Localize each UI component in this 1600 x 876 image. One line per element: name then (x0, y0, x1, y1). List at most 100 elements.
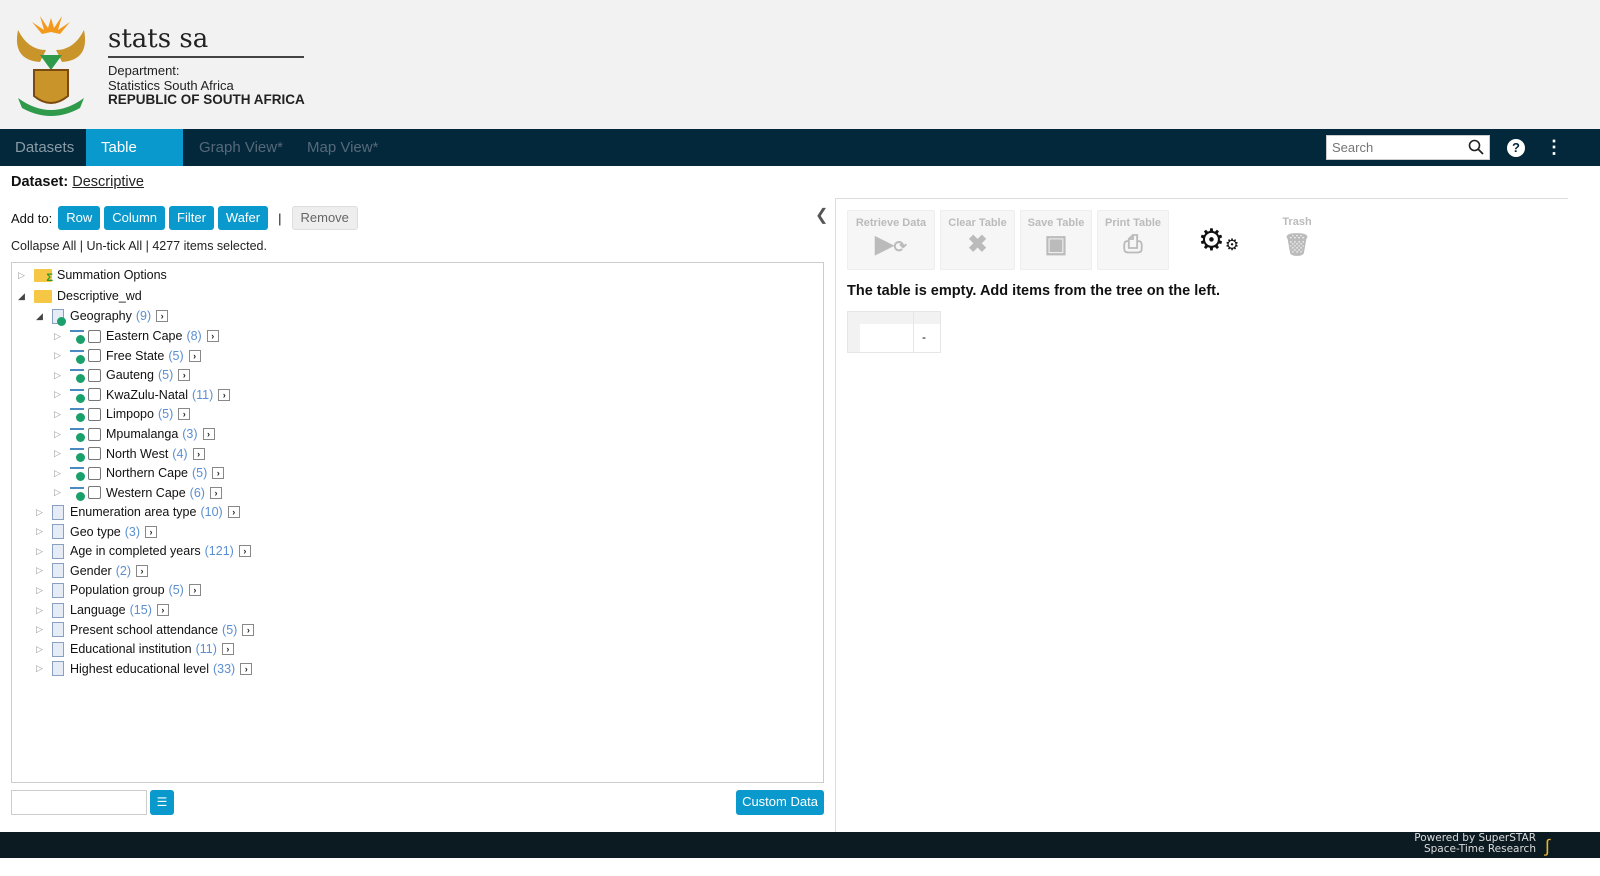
collapse-all-link[interactable]: Collapse All (11, 239, 76, 253)
add-arrow-icon[interactable]: › (145, 525, 158, 538)
custom-data-button[interactable]: Custom Data (736, 790, 824, 815)
tree-node-field[interactable]: ▷ Present school attendance (5) › (36, 621, 255, 639)
tree-node-summation[interactable]: ▷ Σ Summation Options (18, 266, 167, 284)
tab-map-view[interactable]: Map View* (292, 129, 393, 166)
expand-icon[interactable]: ▷ (54, 389, 64, 400)
tree-node-field[interactable]: ▷ Population group (5) › (36, 581, 201, 599)
collapse-panel-icon[interactable]: ❮ (815, 205, 828, 225)
add-arrow-icon[interactable]: › (202, 428, 215, 440)
dimension-icon (52, 543, 64, 559)
filter-icon[interactable]: ☰ (150, 790, 174, 815)
expand-icon[interactable]: ▷ (54, 350, 64, 361)
expand-icon[interactable]: ▷ (36, 624, 46, 635)
expand-icon[interactable]: ▷ (54, 429, 64, 440)
add-arrow-icon[interactable]: › (227, 506, 240, 518)
node-count: (15) (129, 603, 152, 617)
expand-icon[interactable]: ▷ (36, 585, 46, 596)
add-arrow-icon[interactable]: › (188, 349, 201, 362)
checkbox[interactable] (88, 466, 101, 480)
tree-node-field[interactable]: ▷ Age in completed years (121) › (36, 542, 251, 560)
tree-node-field[interactable]: ▷ Geo type (3) › (36, 523, 158, 541)
tree-node-geography[interactable]: ◢ Geography (9) › (36, 307, 169, 326)
tab-graph-view[interactable]: Graph View* (184, 129, 298, 166)
checkbox[interactable] (88, 368, 101, 382)
checkbox[interactable] (88, 407, 101, 421)
add-column-button[interactable]: Column (104, 206, 166, 230)
tree-node-province[interactable]: ▷ Gauteng (5) › (54, 366, 191, 384)
add-arrow-icon[interactable]: › (242, 623, 255, 636)
remove-button[interactable]: Remove (291, 206, 358, 230)
add-arrow-icon[interactable]: › (156, 604, 169, 616)
tree-node-field[interactable]: ▷ Gender (2) › (36, 562, 148, 580)
add-arrow-icon[interactable]: › (240, 662, 253, 675)
expand-icon[interactable]: ▷ (36, 507, 46, 518)
search-icon[interactable] (1468, 139, 1484, 155)
checkbox[interactable] (88, 486, 101, 500)
print-table-button[interactable]: Print Table ⎙ (1097, 210, 1169, 270)
expand-icon[interactable]: ▷ (54, 370, 64, 381)
tree-node-province[interactable]: ▷ Eastern Cape (8) › (54, 327, 219, 345)
tree-node-province[interactable]: ▷ Western Cape (6) › (54, 484, 222, 502)
add-arrow-icon[interactable]: › (192, 447, 205, 460)
tab-datasets[interactable]: Datasets (0, 129, 89, 166)
add-arrow-icon[interactable]: › (209, 486, 222, 499)
tree-node-province[interactable]: ▷ KwaZulu-Natal (11) › (54, 386, 231, 404)
add-arrow-icon[interactable]: › (135, 564, 148, 577)
expand-icon[interactable]: ▷ (36, 644, 46, 655)
checkbox[interactable] (88, 329, 101, 343)
tree-node-province[interactable]: ▷ Mpumalanga (3) › (54, 425, 215, 443)
help-icon[interactable]: ? (1507, 139, 1525, 157)
add-wafer-button[interactable]: Wafer (217, 206, 269, 230)
checkbox[interactable] (88, 388, 101, 402)
tree-node-province[interactable]: ▷ Free State (5) › (54, 347, 201, 365)
checkbox[interactable] (88, 427, 101, 441)
brand-line-stats: Statistics South Africa (108, 77, 234, 93)
expand-icon[interactable]: ▷ (54, 448, 64, 459)
expand-icon[interactable]: ▷ (54, 468, 64, 479)
clear-table-button[interactable]: Clear Table ✖ (940, 210, 1015, 270)
expand-icon[interactable]: ▷ (36, 605, 46, 616)
expand-icon[interactable]: ▷ (54, 409, 64, 420)
add-arrow-icon[interactable]: › (156, 310, 169, 322)
tree-node-field[interactable]: ▷ Language (15) › (36, 601, 169, 619)
search-input[interactable] (1326, 135, 1490, 160)
expand-icon[interactable]: ▷ (36, 546, 46, 557)
expand-icon[interactable]: ▷ (54, 331, 64, 342)
more-menu-icon[interactable]: ⋮ (1545, 138, 1563, 156)
tree-node-field[interactable]: ▷ Educational institution (11) › (36, 640, 234, 658)
dataset-link[interactable]: Descriptive (72, 174, 144, 190)
add-row-button[interactable]: Row (58, 206, 101, 230)
add-arrow-icon[interactable]: › (206, 330, 219, 342)
add-arrow-icon[interactable]: › (188, 584, 201, 597)
tree-node-field[interactable]: ▷ Enumeration area type (10) › (36, 503, 240, 521)
expand-icon[interactable]: ▷ (18, 270, 28, 281)
expand-icon[interactable]: ▷ (54, 487, 64, 498)
checkbox[interactable] (88, 349, 101, 363)
tree-node-province[interactable]: ▷ North West (4) › (54, 445, 205, 463)
add-arrow-icon[interactable]: › (238, 545, 251, 558)
collapse-icon[interactable]: ◢ (18, 291, 28, 302)
expand-icon[interactable]: ▷ (36, 663, 46, 674)
tree-node-field[interactable]: ▷ Highest educational level (33) › (36, 660, 253, 678)
untick-all-link[interactable]: Un-tick All (87, 239, 143, 253)
add-arrow-icon[interactable]: › (221, 643, 234, 656)
collapse-icon[interactable]: ◢ (36, 311, 46, 322)
settings-gears-icon[interactable]: ⚙⚙ (1198, 223, 1239, 258)
node-count: (3) (182, 427, 198, 441)
tree-node-root[interactable]: ◢ Descriptive_wd (18, 287, 142, 305)
save-table-button[interactable]: Save Table ▣ (1020, 210, 1092, 270)
expand-icon[interactable]: ▷ (36, 565, 46, 576)
trash-button[interactable]: Trash 🗑 (1282, 216, 1312, 258)
add-filter-button[interactable]: Filter (169, 206, 214, 230)
tree-search-input[interactable] (11, 790, 147, 815)
tree-node-province[interactable]: ▷ Limpopo (5) › (54, 405, 191, 423)
expand-icon[interactable]: ▷ (36, 526, 46, 537)
tree-node-province[interactable]: ▷ Northern Cape (5) › (54, 464, 225, 482)
tab-table-view[interactable]: Table View (86, 129, 183, 194)
add-arrow-icon[interactable]: › (218, 388, 231, 401)
checkbox[interactable] (88, 447, 101, 461)
add-arrow-icon[interactable]: › (178, 408, 191, 421)
add-arrow-icon[interactable]: › (178, 369, 191, 382)
add-arrow-icon[interactable]: › (212, 467, 225, 480)
retrieve-data-button[interactable]: Retrieve Data ▶⟳ (847, 210, 935, 270)
